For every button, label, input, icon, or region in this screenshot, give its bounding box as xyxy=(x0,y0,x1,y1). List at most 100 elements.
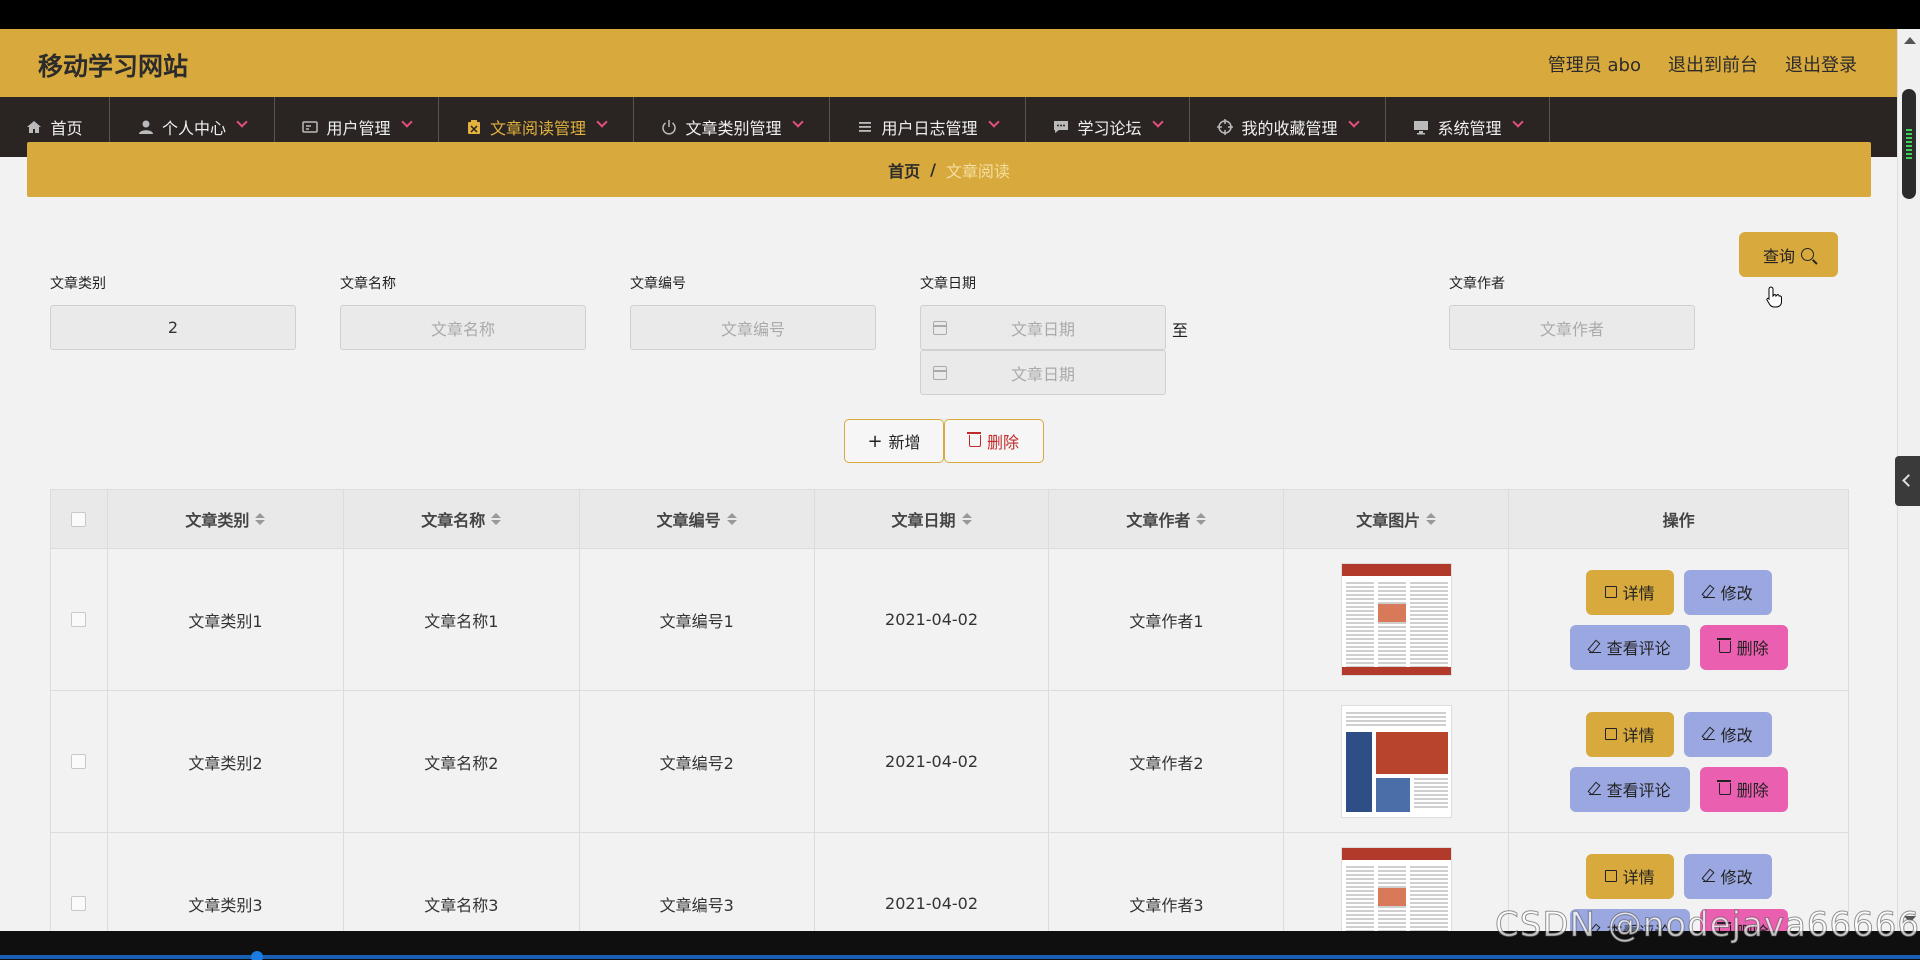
cell-name: 文章名称1 xyxy=(344,549,580,690)
view-comments-button[interactable]: 查看评论 xyxy=(1569,624,1690,670)
row-checkbox[interactable] xyxy=(71,754,87,769)
edit-button[interactable]: 修改 xyxy=(1683,569,1772,615)
cell-actions: 详情 修改 查看评论 删除 xyxy=(1509,691,1848,832)
date-end-input[interactable]: 文章日期 xyxy=(920,350,1166,395)
pencil-icon xyxy=(1702,870,1715,882)
detail-label: 详情 xyxy=(1622,584,1655,603)
cell-author: 文章作者2 xyxy=(1049,691,1285,832)
delete-button[interactable]: 删除 xyxy=(1699,766,1788,812)
cell-category: 文章类别2 xyxy=(108,691,344,832)
trash-icon xyxy=(1716,638,1731,653)
nav-label: 系统管理 xyxy=(1437,119,1502,138)
back-to-front-link[interactable]: 退出到前台 xyxy=(1668,51,1758,77)
top-header: 移动学习网站 管理员 abo 退出到前台 退出登录 xyxy=(0,29,1897,97)
pointer-cursor-icon xyxy=(1766,286,1782,308)
number-input[interactable]: 文章编号 xyxy=(630,305,876,350)
chevron-down-icon xyxy=(1511,116,1524,128)
category-label: 文章类别 xyxy=(50,276,106,292)
header-category[interactable]: 文章类别 xyxy=(108,490,344,548)
view-comments-button[interactable]: 查看评论 xyxy=(1569,766,1690,812)
trash-icon xyxy=(1716,780,1731,795)
logout-link[interactable]: 退出登录 xyxy=(1785,51,1857,77)
power-icon xyxy=(662,120,677,135)
cell-name: 文章名称2 xyxy=(344,691,580,832)
pencil-icon xyxy=(1588,641,1601,653)
article-thumbnail[interactable] xyxy=(1340,705,1452,818)
add-button[interactable]: + 新增 xyxy=(844,419,944,463)
detail-button[interactable]: 详情 xyxy=(1585,853,1674,899)
calendar-icon xyxy=(933,366,947,380)
chevron-down-icon xyxy=(596,116,608,128)
comment-label: 查看评论 xyxy=(1606,781,1671,800)
chevron-down-icon xyxy=(1347,116,1360,128)
row-select-cell xyxy=(51,833,108,931)
chevron-down-icon xyxy=(400,116,413,128)
header-text: 文章名称 xyxy=(421,511,486,530)
pencil-icon xyxy=(1702,586,1715,598)
article-thumbnail[interactable] xyxy=(1340,563,1452,676)
header-author[interactable]: 文章作者 xyxy=(1049,490,1285,548)
breadcrumb-home[interactable]: 首页 xyxy=(888,158,920,182)
batch-delete-button[interactable]: 删除 xyxy=(944,419,1044,463)
detail-label: 详情 xyxy=(1622,726,1655,745)
select-all-checkbox[interactable] xyxy=(71,511,87,527)
plus-icon: + xyxy=(867,430,883,452)
date-label: 文章日期 xyxy=(920,276,976,292)
id-card-icon xyxy=(302,121,319,133)
trash-icon xyxy=(966,432,981,447)
header-date[interactable]: 文章日期 xyxy=(815,490,1050,548)
header-name[interactable]: 文章名称 xyxy=(344,490,580,548)
scroll-up-icon[interactable] xyxy=(1904,37,1916,44)
row-actions: 详情 修改 查看评论 删除 xyxy=(1569,569,1788,670)
cell-image xyxy=(1284,549,1510,690)
cell-number: 文章编号2 xyxy=(580,691,815,832)
name-input[interactable]: 文章名称 xyxy=(340,305,586,350)
sort-icon xyxy=(961,513,972,525)
edit-button[interactable]: 修改 xyxy=(1683,711,1772,757)
cell-date: 2021-04-02 xyxy=(815,549,1050,690)
header-text: 文章编号 xyxy=(656,511,721,530)
delete-button[interactable]: 删除 xyxy=(1699,624,1788,670)
nav-label: 首页 xyxy=(50,119,83,138)
scroll-thumb[interactable] xyxy=(1902,89,1916,199)
header-text: 文章类别 xyxy=(185,511,250,530)
date-start-input[interactable]: 文章日期 xyxy=(920,305,1166,350)
nav-label: 个人中心 xyxy=(161,119,226,138)
progress-dot[interactable] xyxy=(251,951,263,960)
sort-icon xyxy=(1196,513,1207,525)
detail-button[interactable]: 详情 xyxy=(1585,711,1674,757)
cell-author: 文章作者1 xyxy=(1049,549,1285,690)
nav-label: 学习论坛 xyxy=(1077,119,1142,138)
add-label: 新增 xyxy=(888,433,921,452)
query-button[interactable]: 查询 xyxy=(1739,232,1838,277)
screen: 移动学习网站 管理员 abo 退出到前台 退出登录 首页 个人中心 用户管理 文… xyxy=(0,0,1920,960)
edit-button[interactable]: 修改 xyxy=(1683,853,1772,899)
cell-image xyxy=(1284,691,1510,832)
header-text: 文章图片 xyxy=(1356,511,1421,530)
row-select-cell xyxy=(51,549,108,690)
table-header: 文章类别 文章名称 文章编号 文章日期 文章作者 文章图片 操作 xyxy=(50,489,1849,549)
header-image[interactable]: 文章图片 xyxy=(1284,490,1510,548)
document-icon xyxy=(1604,728,1617,740)
watermark: CSDN @nodejava666666 xyxy=(1495,905,1920,946)
row-checkbox[interactable] xyxy=(71,896,87,911)
side-panel-toggle[interactable] xyxy=(1895,456,1920,506)
article-thumbnail[interactable] xyxy=(1340,847,1452,931)
nav-label: 用户日志管理 xyxy=(881,119,978,138)
sort-icon xyxy=(726,513,737,525)
header-number[interactable]: 文章编号 xyxy=(580,490,815,548)
header-actions: 操作 xyxy=(1509,490,1848,548)
edit-label: 修改 xyxy=(1720,868,1753,887)
select-all-cell xyxy=(51,490,108,548)
detail-button[interactable]: 详情 xyxy=(1585,569,1674,615)
cell-image xyxy=(1284,833,1510,931)
author-input[interactable]: 文章作者 xyxy=(1449,305,1695,350)
document-icon xyxy=(1604,870,1617,882)
category-input[interactable]: 2 xyxy=(50,305,296,350)
detail-label: 详情 xyxy=(1622,868,1655,887)
header-text: 操作 xyxy=(1662,511,1695,530)
monitor-icon xyxy=(1414,121,1429,135)
comment-label: 查看评论 xyxy=(1606,639,1671,658)
row-checkbox[interactable] xyxy=(71,612,87,627)
date-start-placeholder: 文章日期 xyxy=(1010,319,1075,339)
